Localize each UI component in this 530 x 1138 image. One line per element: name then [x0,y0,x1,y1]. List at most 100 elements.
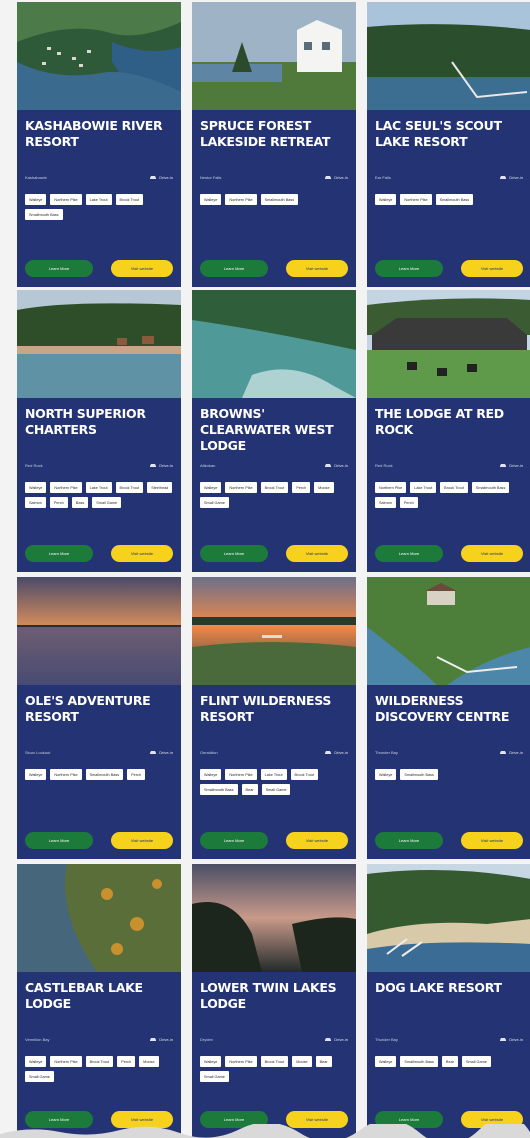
visit-website-button[interactable]: Visit website [111,260,173,277]
drive-distance: Drive-in [149,750,173,755]
resort-location: Red Rock [25,462,43,468]
learn-more-button[interactable]: Learn More [200,832,268,849]
learn-more-button[interactable]: Learn More [200,260,268,277]
drive-distance: Drive-in [324,175,348,180]
resort-card[interactable]: Lac Seul's Scout Lake Resort Ear Falls D… [367,2,530,287]
visit-website-button[interactable]: Visit website [286,832,348,849]
resort-card[interactable]: Kashabowie River Resort Kashabowie Drive… [17,2,181,287]
resort-card-grid: Kashabowie River Resort Kashabowie Drive… [0,0,530,1138]
resort-photo [192,577,356,685]
resort-card[interactable]: The Lodge at Red Rock Red Rock Drive-in … [367,290,530,572]
visit-website-button[interactable]: Visit website [111,832,173,849]
visit-website-button[interactable]: Visit website [286,545,348,562]
tag-chip: Walleye [25,194,47,205]
resort-card[interactable]: Dog Lake Resort Thunder Bay Drive-in Wal… [367,864,530,1138]
tag-list: Walleye Northern Pike Lake Trout Brook Trou… [25,194,173,220]
resort-photo [367,864,530,972]
resort-photo [192,864,356,972]
car-icon [325,750,332,754]
tag-chip: Northern Pike [50,194,82,205]
tag-chip: Northern Pike [225,769,257,780]
resort-title: Ole's Adventure Resort [25,693,151,724]
visit-website-button[interactable]: Visit website [111,545,173,562]
tag-chip: Walleye [375,1056,397,1067]
tag-chip: Walleye [25,769,47,780]
learn-more-button[interactable]: Learn More [25,260,93,277]
drive-distance: Drive-in [324,1037,348,1042]
visit-website-button[interactable]: Visit website [461,260,523,277]
tag-list: Walleye Northern Pike Brook Trout Perch Moos… [200,482,348,508]
tag-chip: Small Game [200,497,229,508]
resort-title: Browns' Clearwater West Lodge [200,406,334,453]
learn-more-button[interactable]: Learn More [200,545,268,562]
resort-card[interactable]: Spruce Forest Lakeside Retreat Nestor Fa… [192,2,356,287]
distance-label: Drive-in [509,749,523,755]
tag-chip: Northern Pike [225,194,257,205]
car-icon [150,1037,157,1041]
resort-location: Atikokan [200,462,216,468]
tag-chip: Walleye [25,482,47,493]
tag-chip: Walleye [375,194,397,205]
car-icon [500,463,507,467]
car-icon [325,1037,332,1041]
distance-label: Drive-in [159,749,173,755]
learn-more-button[interactable]: Learn More [25,545,93,562]
tag-chip: Smallmouth Bass [200,784,238,795]
resort-photo [367,2,530,110]
drive-distance: Drive-in [499,1037,523,1042]
tag-chip: Small Game [92,497,122,508]
tag-chip: Lake Trout [85,194,112,205]
tag-list: Northern Pike Lake Trout Brook Trout Smallm… [375,482,523,508]
resort-card[interactable]: Flint Wilderness Resort Geraldton Drive-… [192,577,356,859]
tag-chip: Moose [139,1056,159,1067]
tag-chip: Smallmouth Bass [400,1056,438,1067]
learn-more-button[interactable]: Learn More [375,545,443,562]
tag-chip: Smallmouth Bass [25,209,63,220]
resort-card[interactable]: Ole's Adventure Resort Sioux Lookout Dri… [17,577,181,859]
drive-distance: Drive-in [499,175,523,180]
resort-card[interactable]: Castlebar Lake Lodge Vermilion Bay Drive… [17,864,181,1138]
visit-website-button[interactable]: Visit website [461,545,523,562]
learn-more-button[interactable]: Learn More [375,832,443,849]
tag-chip: Bear [315,1056,332,1067]
tag-chip: Brook Trout [115,194,144,205]
tag-chip: Small Game [200,1071,229,1082]
resort-photo [367,290,530,398]
tag-list: Walleye Northern Pike Brook Trout Moose Bear… [200,1056,348,1082]
drive-distance: Drive-in [149,463,173,468]
resort-title: Dog Lake Resort [375,980,502,995]
tag-chip: Perch [399,497,418,508]
tag-chip: Perch [117,1056,136,1067]
resort-card[interactable]: Browns' Clearwater West Lodge Atikokan D… [192,290,356,572]
tag-chip: Salmon [375,497,396,508]
distance-label: Drive-in [509,462,523,468]
car-icon [150,463,157,467]
resort-photo [17,864,181,972]
resort-location: Kashabowie [25,174,47,180]
car-icon [500,750,507,754]
tag-chip: Lake Trout [85,482,112,493]
tag-chip: Bass [71,497,89,508]
resort-location: Sioux Lookout [25,749,51,755]
distance-label: Drive-in [509,1036,523,1042]
tag-list: Walleye Northern Pike Lake Trout Brook Trou… [25,482,173,508]
learn-more-button[interactable]: Learn More [25,832,93,849]
visit-website-button[interactable]: Visit website [286,260,348,277]
tag-chip: Brook Trout [85,1056,114,1067]
resort-card[interactable]: Lower Twin Lakes Lodge Dryden Drive-in W… [192,864,356,1138]
tag-chip: Walleye [200,194,222,205]
tag-chip: Brook Trout [260,482,289,493]
distance-label: Drive-in [334,1036,348,1042]
resort-location: Thunder Bay [375,1036,398,1042]
resort-title: Lower Twin Lakes Lodge [200,980,337,1011]
visit-website-button[interactable]: Visit website [461,832,523,849]
resort-card[interactable]: North Superior Charters Red Rock Drive-i… [17,290,181,572]
tag-chip: Walleye [375,769,397,780]
drive-distance: Drive-in [149,175,173,180]
learn-more-button[interactable]: Learn More [375,260,443,277]
car-icon [500,1037,507,1041]
tag-chip: Smallmouth Bass [471,482,510,493]
resort-card[interactable]: Wilderness Discovery Centre Thunder Bay … [367,577,530,859]
tag-chip: Small Game [261,784,291,795]
distance-label: Drive-in [159,462,173,468]
